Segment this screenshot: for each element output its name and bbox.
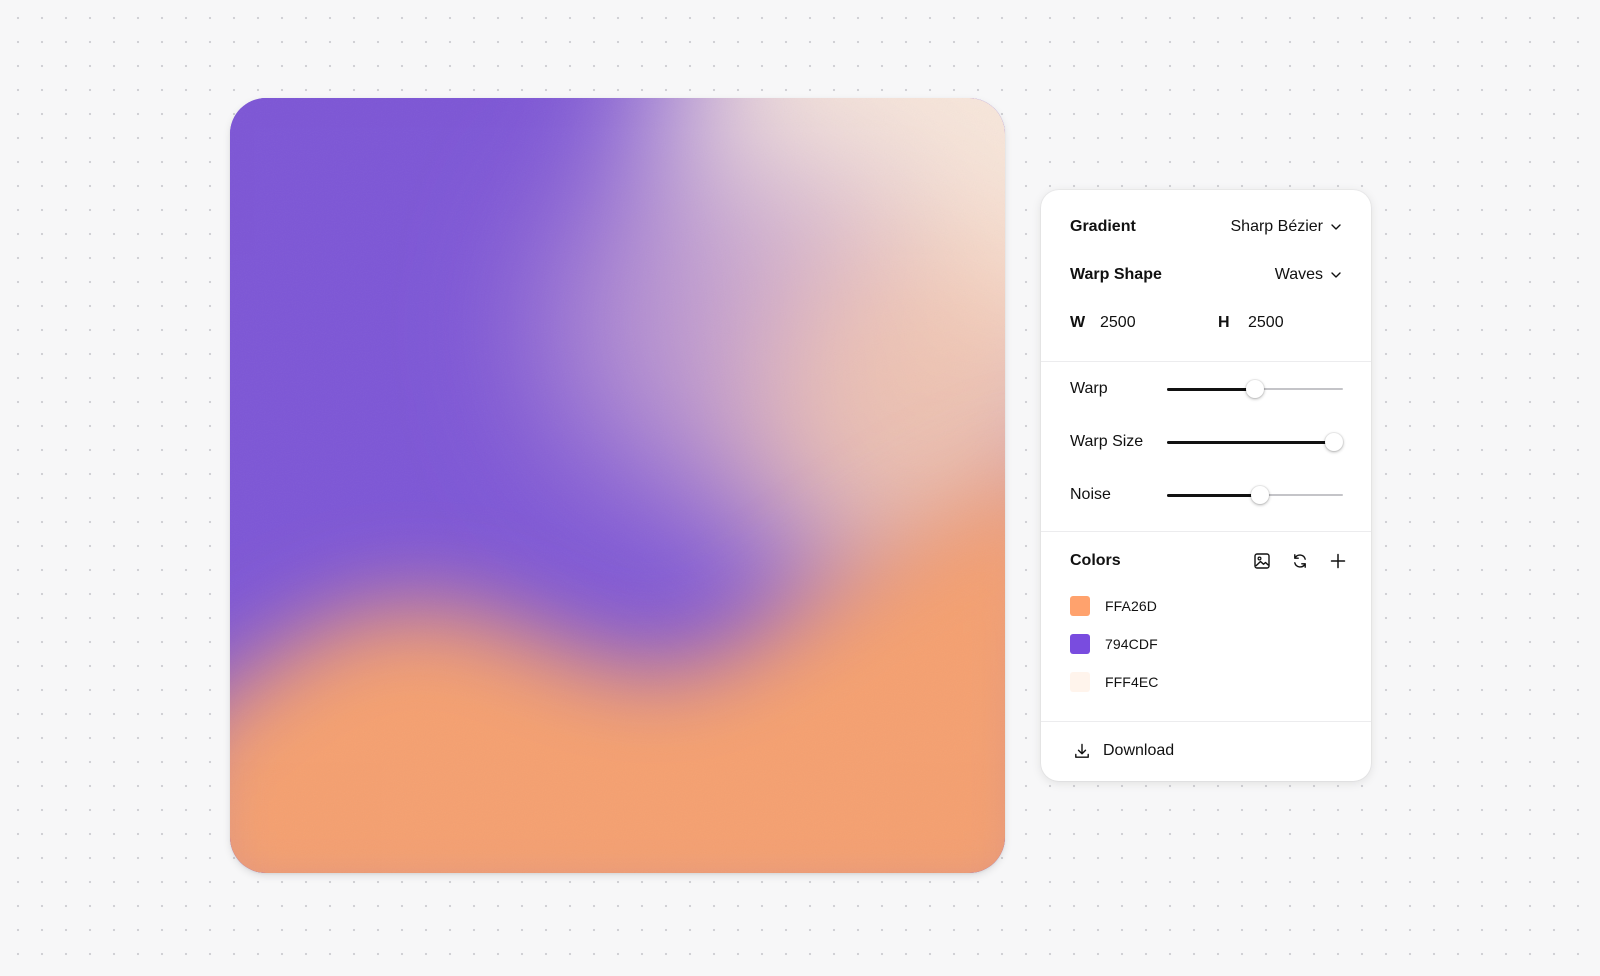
settings-panel: Gradient Sharp Bézier Warp Shape Waves W… bbox=[1041, 190, 1371, 781]
warp-size-slider[interactable] bbox=[1167, 432, 1344, 452]
slider-fill bbox=[1167, 440, 1335, 444]
noise-label: Noise bbox=[1070, 486, 1111, 503]
warp-size-label: Warp Size bbox=[1070, 433, 1144, 450]
image-icon[interactable] bbox=[1251, 550, 1273, 572]
gradient-row: Gradient Sharp Bézier bbox=[1041, 215, 1371, 239]
colors-header: Colors bbox=[1041, 549, 1371, 573]
noise-slider[interactable] bbox=[1167, 485, 1343, 505]
color-hex: FFF4EC bbox=[1105, 674, 1159, 690]
warp-slider[interactable] bbox=[1167, 379, 1343, 399]
colors-title: Colors bbox=[1070, 552, 1121, 569]
divider bbox=[1041, 361, 1371, 362]
color-item[interactable]: FFF4EC bbox=[1070, 671, 1159, 693]
color-hex: FFA26D bbox=[1105, 598, 1157, 614]
slider-row-noise: Noise bbox=[1041, 483, 1371, 507]
dimensions-row: W H bbox=[1041, 311, 1371, 335]
gradient-select[interactable]: Sharp Bézier bbox=[1231, 218, 1344, 236]
chevron-down-icon bbox=[1331, 272, 1341, 278]
warp-label: Warp bbox=[1070, 380, 1108, 397]
download-icon bbox=[1075, 743, 1089, 758]
color-hex: 794CDF bbox=[1105, 636, 1158, 652]
plus-icon[interactable] bbox=[1327, 550, 1349, 572]
divider bbox=[1041, 721, 1371, 722]
refresh-icon[interactable] bbox=[1289, 550, 1311, 572]
slider-row-warp: Warp bbox=[1041, 377, 1371, 401]
warp-shape-select-value: Waves bbox=[1274, 266, 1323, 283]
download-button[interactable]: Download bbox=[1073, 742, 1174, 760]
height-label: H bbox=[1218, 314, 1230, 331]
slider-thumb[interactable] bbox=[1325, 433, 1344, 451]
download-row: Download bbox=[1041, 739, 1371, 763]
color-swatch[interactable] bbox=[1070, 672, 1090, 692]
height-input[interactable] bbox=[1248, 314, 1338, 332]
width-input[interactable] bbox=[1100, 314, 1190, 332]
width-label: W bbox=[1070, 314, 1086, 331]
warp-shape-label: Warp Shape bbox=[1070, 266, 1162, 283]
gradient-preview bbox=[230, 98, 1005, 873]
warp-shape-select[interactable]: Waves bbox=[1275, 266, 1343, 284]
slider-thumb[interactable] bbox=[1246, 380, 1264, 398]
color-item[interactable]: 794CDF bbox=[1070, 633, 1158, 655]
download-label: Download bbox=[1103, 742, 1175, 759]
slider-row-warp-size: Warp Size bbox=[1041, 430, 1371, 454]
warp-shape-row: Warp Shape Waves bbox=[1041, 263, 1371, 287]
gradient-label: Gradient bbox=[1070, 218, 1136, 235]
slider-fill bbox=[1167, 493, 1261, 497]
color-item[interactable]: FFA26D bbox=[1070, 595, 1157, 617]
chevron-down-icon bbox=[1331, 224, 1341, 230]
slider-thumb[interactable] bbox=[1251, 486, 1270, 504]
color-swatch[interactable] bbox=[1070, 634, 1090, 654]
slider-fill bbox=[1167, 387, 1255, 391]
gradient-select-value: Sharp Bézier bbox=[1230, 218, 1324, 235]
divider bbox=[1041, 531, 1371, 532]
color-swatch[interactable] bbox=[1070, 596, 1090, 616]
gradient-preview-svg bbox=[230, 98, 1005, 873]
